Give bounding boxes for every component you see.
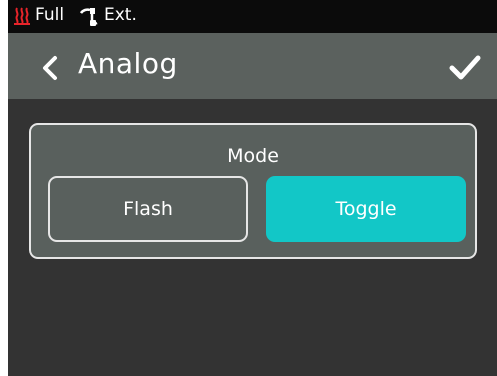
- header-bar: Analog: [8, 33, 497, 99]
- external-label: Ext.: [104, 5, 137, 25]
- toggle-option-label: Toggle: [335, 198, 397, 220]
- device-screen: Full Ext. Analog Mode Flash Toggle: [8, 0, 497, 376]
- page-title: Analog: [78, 47, 178, 80]
- connector-icon: [79, 8, 100, 26]
- checkmark-icon: [449, 55, 481, 80]
- toggle-option-button[interactable]: Toggle: [266, 176, 466, 242]
- mode-label: Mode: [227, 145, 279, 167]
- flash-option-label: Flash: [123, 198, 173, 220]
- mode-selector: Mode Flash Toggle: [29, 123, 477, 259]
- heater-icon: [14, 7, 30, 25]
- confirm-button[interactable]: [448, 52, 482, 82]
- back-button[interactable]: [36, 53, 66, 83]
- chevron-left-icon: [43, 56, 57, 80]
- status-bar: Full Ext.: [8, 0, 497, 33]
- flash-option-button[interactable]: Flash: [48, 176, 248, 242]
- power-level-label: Full: [35, 5, 65, 25]
